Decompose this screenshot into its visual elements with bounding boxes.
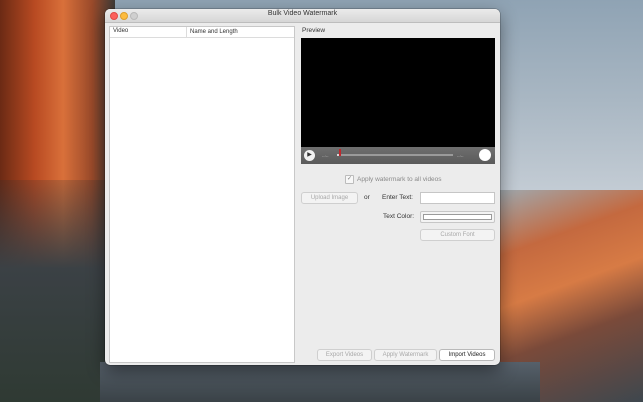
volume-icon[interactable]: [479, 149, 491, 161]
title-bar[interactable]: Bulk Video Watermark: [105, 9, 500, 23]
seek-bar[interactable]: [337, 154, 453, 156]
app-window: Bulk Video Watermark Video Name and Leng…: [105, 9, 500, 365]
table-header: Video Name and Length: [110, 27, 294, 38]
column-header-video[interactable]: Video: [113, 28, 128, 34]
playhead[interactable]: [339, 149, 341, 156]
text-color-label: Text Color:: [383, 213, 415, 220]
apply-watermark-button[interactable]: Apply Watermark: [374, 349, 437, 361]
time-elapsed: --:--: [322, 153, 329, 158]
checkmark-icon[interactable]: ✓: [345, 175, 354, 184]
text-color-well[interactable]: [420, 211, 495, 223]
column-header-name-length[interactable]: Name and Length: [186, 27, 238, 37]
desktop-cliff-shadow: [0, 180, 115, 402]
time-remaining: --:--: [457, 153, 464, 158]
video-table[interactable]: Video Name and Length: [109, 26, 295, 363]
play-icon[interactable]: ▶: [304, 150, 315, 161]
apply-all-option[interactable]: ✓ Apply watermark to all videos: [345, 175, 442, 184]
text-color-swatch: [423, 214, 492, 220]
upload-image-button[interactable]: Upload Image: [301, 192, 358, 204]
or-label: or: [364, 194, 370, 201]
preview-label: Preview: [302, 27, 326, 34]
player-controls: ▶ --:-- --:--: [301, 147, 495, 164]
enter-text-label: Enter Text:: [382, 194, 413, 201]
import-videos-button[interactable]: Import Videos: [439, 349, 495, 361]
apply-all-label: Apply watermark to all videos: [357, 176, 442, 183]
custom-font-button[interactable]: Custom Font: [420, 229, 495, 241]
window-title: Bulk Video Watermark: [267, 10, 338, 17]
video-preview[interactable]: [301, 38, 495, 164]
watermark-text-input[interactable]: [420, 192, 495, 204]
desktop-valley: [100, 362, 540, 402]
export-videos-button[interactable]: Export Videos: [317, 349, 372, 361]
